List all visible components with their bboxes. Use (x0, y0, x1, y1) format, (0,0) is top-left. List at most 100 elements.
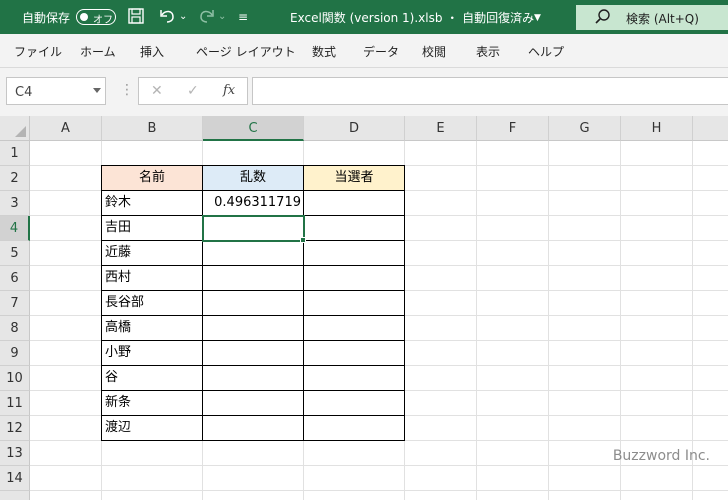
gridline (692, 141, 693, 500)
undo-dropdown-icon[interactable]: ⌄ (179, 7, 187, 27)
insert-function-icon[interactable]: fx (223, 83, 235, 98)
name-cell[interactable]: 渡辺 (101, 416, 203, 441)
search-box[interactable]: 検索 (Alt+Q) (576, 5, 728, 30)
name-cell[interactable]: 谷 (101, 366, 203, 391)
redo-dropdown-icon[interactable]: ⌄ (218, 7, 226, 27)
column-header-d[interactable]: D (304, 116, 405, 141)
tab-file[interactable]: ファイル (14, 43, 62, 60)
ribbon-tabs: ファイル ホーム 挿入 ページ レイアウト 数式 データ 校閲 表示 ヘルプ (0, 34, 728, 68)
row-header-9[interactable]: 9 (0, 341, 30, 366)
name-cell[interactable]: 鈴木 (101, 191, 203, 216)
autosave-toggle[interactable]: オフ (76, 9, 116, 26)
tab-home[interactable]: ホーム (80, 43, 116, 60)
random-cell[interactable]: 0.496311719 (203, 191, 304, 216)
autosave-label: 自動保存 (22, 11, 71, 25)
selected-cell-c4[interactable] (202, 215, 305, 242)
tab-help[interactable]: ヘルプ (528, 43, 564, 60)
tab-view[interactable]: 表示 (476, 43, 500, 60)
row-header-2[interactable]: 2 (0, 166, 30, 191)
undo-icon[interactable] (158, 7, 178, 27)
tab-data[interactable]: データ (363, 43, 399, 60)
redo-icon[interactable] (196, 7, 216, 27)
select-all-icon (15, 126, 26, 137)
winner-cell[interactable] (304, 241, 405, 266)
gridline (30, 490, 728, 491)
title-dropdown-icon[interactable]: ▼ (534, 8, 541, 28)
row-header-13[interactable]: 13 (0, 441, 30, 466)
row-header-12[interactable]: 12 (0, 416, 30, 441)
customize-qat-icon[interactable]: ≡ (238, 7, 248, 27)
winner-cell[interactable] (304, 291, 405, 316)
random-cell[interactable] (203, 241, 304, 266)
name-cell[interactable]: 西村 (101, 266, 203, 291)
header-cell-name[interactable]: 名前 (101, 165, 203, 191)
winner-cell[interactable] (304, 366, 405, 391)
name-cell[interactable]: 新条 (101, 391, 203, 416)
formula-input[interactable] (252, 77, 728, 105)
toggle-knob (80, 13, 88, 21)
random-cell[interactable] (203, 316, 304, 341)
column-header-a[interactable]: A (30, 116, 102, 141)
row-header-7[interactable]: 7 (0, 291, 30, 316)
cancel-icon[interactable]: ✕ (151, 83, 163, 99)
enter-check-icon[interactable]: ✓ (187, 83, 199, 99)
winner-cell[interactable] (304, 341, 405, 366)
random-cell[interactable] (203, 266, 304, 291)
row-header-15[interactable] (0, 491, 30, 500)
formula-buttons: ✕ ✓ fx (138, 77, 248, 105)
winner-cell[interactable] (304, 416, 405, 441)
chevron-down-icon[interactable] (93, 88, 101, 93)
formula-bar-area: C4 ⋮ ✕ ✓ fx (0, 68, 728, 116)
name-cell[interactable]: 長谷部 (101, 291, 203, 316)
name-cell[interactable]: 近藤 (101, 241, 203, 266)
column-header-h[interactable]: H (621, 116, 693, 141)
row-header-8[interactable]: 8 (0, 316, 30, 341)
winner-cell[interactable] (304, 391, 405, 416)
name-box-value: C4 (15, 85, 33, 100)
winner-cell[interactable] (304, 266, 405, 291)
winner-cell[interactable] (304, 216, 405, 241)
name-cell[interactable]: 小野 (101, 341, 203, 366)
tab-review[interactable]: 校閲 (422, 43, 446, 60)
row-header-10[interactable]: 10 (0, 366, 30, 391)
autosave-state: オフ (93, 15, 113, 26)
splitter-dots-icon[interactable]: ⋮ (120, 82, 134, 98)
name-cell[interactable]: 高橋 (101, 316, 203, 341)
search-icon (594, 8, 612, 30)
column-header-e[interactable]: E (405, 116, 477, 141)
winner-cell[interactable] (304, 316, 405, 341)
row-header-14[interactable]: 14 (0, 466, 30, 491)
random-cell[interactable] (203, 291, 304, 316)
tab-page-layout[interactable]: ページ レイアウト (196, 43, 296, 60)
watermark: Buzzword Inc. (612, 448, 710, 464)
row-header-5[interactable]: 5 (0, 241, 30, 266)
row-header-3[interactable]: 3 (0, 191, 30, 216)
tab-insert[interactable]: 挿入 (140, 43, 164, 60)
header-cell-random[interactable]: 乱数 (203, 165, 304, 191)
random-cell[interactable] (203, 416, 304, 441)
random-cell[interactable] (203, 341, 304, 366)
random-cell[interactable] (203, 366, 304, 391)
row-header-11[interactable]: 11 (0, 391, 30, 416)
winner-cell[interactable] (304, 191, 405, 216)
column-header-c[interactable]: C (203, 116, 304, 141)
name-cell[interactable]: 吉田 (101, 216, 203, 241)
fill-handle[interactable] (300, 237, 306, 243)
name-box[interactable]: C4 (6, 77, 106, 105)
column-header-g[interactable]: G (549, 116, 621, 141)
column-header-f[interactable]: F (477, 116, 549, 141)
header-cell-winner[interactable]: 当選者 (304, 165, 405, 191)
random-cell[interactable] (203, 391, 304, 416)
column-header-i[interactable] (693, 116, 728, 141)
worksheet-grid: A B C D E F G H 1 2 3 4 5 6 7 8 9 10 11 … (0, 116, 728, 500)
row-header-4[interactable]: 4 (0, 216, 30, 241)
tab-formulas[interactable]: 数式 (312, 43, 336, 60)
gridline (476, 141, 477, 500)
column-header-b[interactable]: B (102, 116, 203, 141)
row-header-1[interactable]: 1 (0, 141, 30, 166)
select-all-button[interactable] (0, 116, 30, 141)
row-header-6[interactable]: 6 (0, 266, 30, 291)
search-label: 検索 (Alt+Q) (626, 12, 699, 26)
save-icon[interactable] (127, 7, 145, 27)
window-title[interactable]: Excel関数 (version 1).xlsb ・ 自動回復済み (290, 9, 534, 26)
